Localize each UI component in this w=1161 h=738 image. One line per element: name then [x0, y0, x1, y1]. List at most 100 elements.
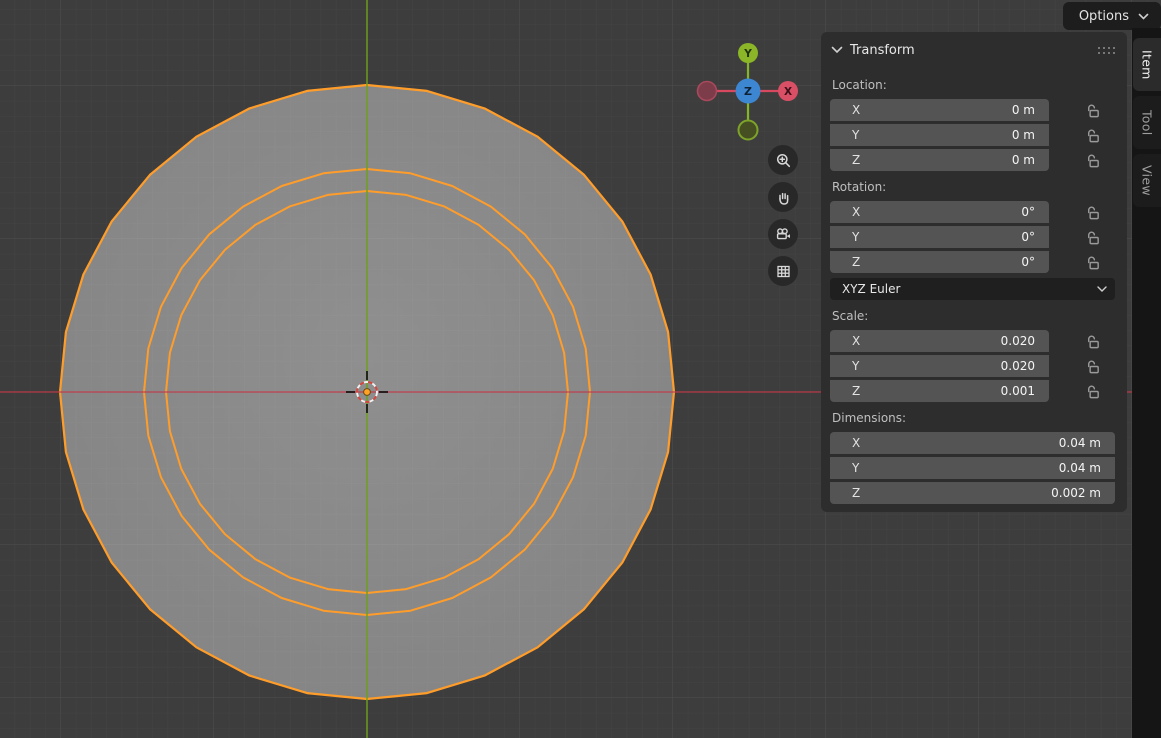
unlock-icon	[1084, 127, 1101, 144]
rotation-z-lock-button[interactable]	[1049, 254, 1118, 271]
field-axis-label: Z	[830, 384, 860, 398]
field-value: 0.002 m	[1051, 486, 1115, 500]
field-value: 0 m	[1012, 128, 1049, 142]
chevron-down-icon	[1138, 13, 1149, 20]
scale-y-field[interactable]: Y 0.020	[830, 355, 1049, 377]
camera-view-button[interactable]	[768, 219, 798, 249]
location-x-row: X 0 m	[830, 99, 1118, 121]
field-value: 0°	[1021, 255, 1049, 269]
location-y-row: Y 0 m	[830, 124, 1118, 146]
field-value: 0.04 m	[1059, 461, 1115, 475]
tab-view[interactable]: View	[1133, 154, 1161, 207]
dimensions-x-field[interactable]: X 0.04 m	[830, 432, 1115, 454]
location-y-lock-button[interactable]	[1049, 127, 1118, 144]
camera-view-icon	[774, 226, 792, 243]
field-value: 0.04 m	[1059, 436, 1115, 450]
field-axis-label: Z	[830, 486, 860, 500]
unlock-icon	[1084, 229, 1101, 246]
field-axis-label: Y	[830, 128, 859, 142]
scale-label: Scale:	[830, 309, 1118, 325]
dimensions-y-field[interactable]: Y 0.04 m	[830, 457, 1115, 479]
unlock-icon	[1084, 204, 1101, 221]
grid-toggle-button[interactable]	[768, 256, 798, 286]
rotation-x-lock-button[interactable]	[1049, 204, 1118, 221]
scale-y-row: Y 0.020	[830, 355, 1118, 377]
location-y-field[interactable]: Y 0 m	[830, 124, 1049, 146]
field-axis-label: Z	[830, 153, 860, 167]
rotation-label: Rotation:	[830, 180, 1118, 196]
dimensions-z-row: Z 0.002 m	[830, 482, 1118, 504]
tab-tool[interactable]: Tool	[1133, 96, 1161, 149]
zoom-icon	[775, 152, 792, 169]
options-label: Options	[1079, 9, 1129, 24]
zoom-button[interactable]	[768, 145, 798, 175]
location-x-lock-button[interactable]	[1049, 102, 1118, 119]
dimensions-label: Dimensions:	[830, 411, 1118, 427]
pan-hand-icon	[775, 189, 792, 206]
transform-panel-header[interactable]: Transform	[831, 40, 1117, 60]
grid-toggle-icon	[775, 263, 792, 280]
panel-title: Transform	[850, 43, 915, 58]
rotation-section: Rotation: X 0° Y	[830, 180, 1118, 300]
dimensions-y-row: Y 0.04 m	[830, 457, 1118, 479]
rotation-mode-value: XYZ Euler	[830, 282, 900, 296]
dimensions-x-row: X 0.04 m	[830, 432, 1118, 454]
field-value: 0 m	[1012, 153, 1049, 167]
scale-x-row: X 0.020	[830, 330, 1118, 352]
rotation-y-lock-button[interactable]	[1049, 229, 1118, 246]
location-z-row: Z 0 m	[830, 149, 1118, 171]
rotation-z-field[interactable]: Z 0°	[830, 251, 1049, 273]
unlock-icon	[1084, 102, 1101, 119]
field-value: 0.020	[1001, 359, 1049, 373]
unlock-icon	[1084, 254, 1101, 271]
scale-x-field[interactable]: X 0.020	[830, 330, 1049, 352]
location-label: Location:	[830, 78, 1118, 94]
gizmo-z-label: Z	[744, 85, 752, 98]
object-origin-dot	[364, 389, 371, 396]
field-value: 0.001	[1001, 384, 1049, 398]
options-button[interactable]: Options	[1063, 2, 1161, 30]
rotation-x-field[interactable]: X 0°	[830, 201, 1049, 223]
gizmo-axis-x-positive[interactable]: X	[778, 81, 798, 101]
scale-y-lock-button[interactable]	[1049, 358, 1118, 375]
gizmo-axis-x-negative[interactable]	[698, 82, 717, 101]
scale-z-lock-button[interactable]	[1049, 383, 1118, 400]
field-value: 0°	[1021, 205, 1049, 219]
field-axis-label: X	[830, 103, 860, 117]
navigation-gizmo[interactable]: Y X Z	[690, 37, 805, 147]
field-value: 0 m	[1012, 103, 1049, 117]
location-z-lock-button[interactable]	[1049, 152, 1118, 169]
unlock-icon	[1084, 358, 1101, 375]
dimensions-z-field[interactable]: Z 0.002 m	[830, 482, 1115, 504]
rotation-y-row: Y 0°	[830, 226, 1118, 248]
gizmo-axis-y-negative[interactable]	[739, 121, 758, 140]
field-axis-label: X	[830, 205, 860, 219]
scale-x-lock-button[interactable]	[1049, 333, 1118, 350]
unlock-icon	[1084, 333, 1101, 350]
scale-z-row: Z 0.001	[830, 380, 1118, 402]
field-axis-label: X	[830, 436, 860, 450]
pan-button[interactable]	[768, 182, 798, 212]
field-axis-label: Y	[830, 359, 859, 373]
location-z-field[interactable]: Z 0 m	[830, 149, 1049, 171]
panel-expand-chevron-icon[interactable]	[831, 46, 843, 54]
rotation-y-field[interactable]: Y 0°	[830, 226, 1049, 248]
rotation-z-row: Z 0°	[830, 251, 1118, 273]
gizmo-x-label: X	[784, 86, 792, 98]
scale-z-field[interactable]: Z 0.001	[830, 380, 1049, 402]
field-value: 0°	[1021, 230, 1049, 244]
blender-3d-viewport: Y X Z	[0, 0, 1161, 738]
rotation-mode-dropdown[interactable]: XYZ Euler	[830, 278, 1115, 300]
tab-item[interactable]: Item	[1133, 38, 1161, 91]
field-value: 0.020	[1001, 334, 1049, 348]
scale-section: Scale: X 0.020 Y	[830, 309, 1118, 402]
drag-dots-icon[interactable]	[1098, 47, 1115, 54]
field-axis-label: Z	[830, 255, 860, 269]
chevron-down-icon	[1097, 286, 1107, 292]
gizmo-axis-z-positive[interactable]: Z	[736, 79, 761, 104]
gizmo-y-label: Y	[743, 48, 752, 60]
location-x-field[interactable]: X 0 m	[830, 99, 1049, 121]
gizmo-axis-y-positive[interactable]: Y	[738, 43, 758, 63]
sidebar-tab-strip: Item Tool View	[1132, 28, 1161, 738]
location-section: Location: X 0 m Y	[830, 78, 1118, 171]
